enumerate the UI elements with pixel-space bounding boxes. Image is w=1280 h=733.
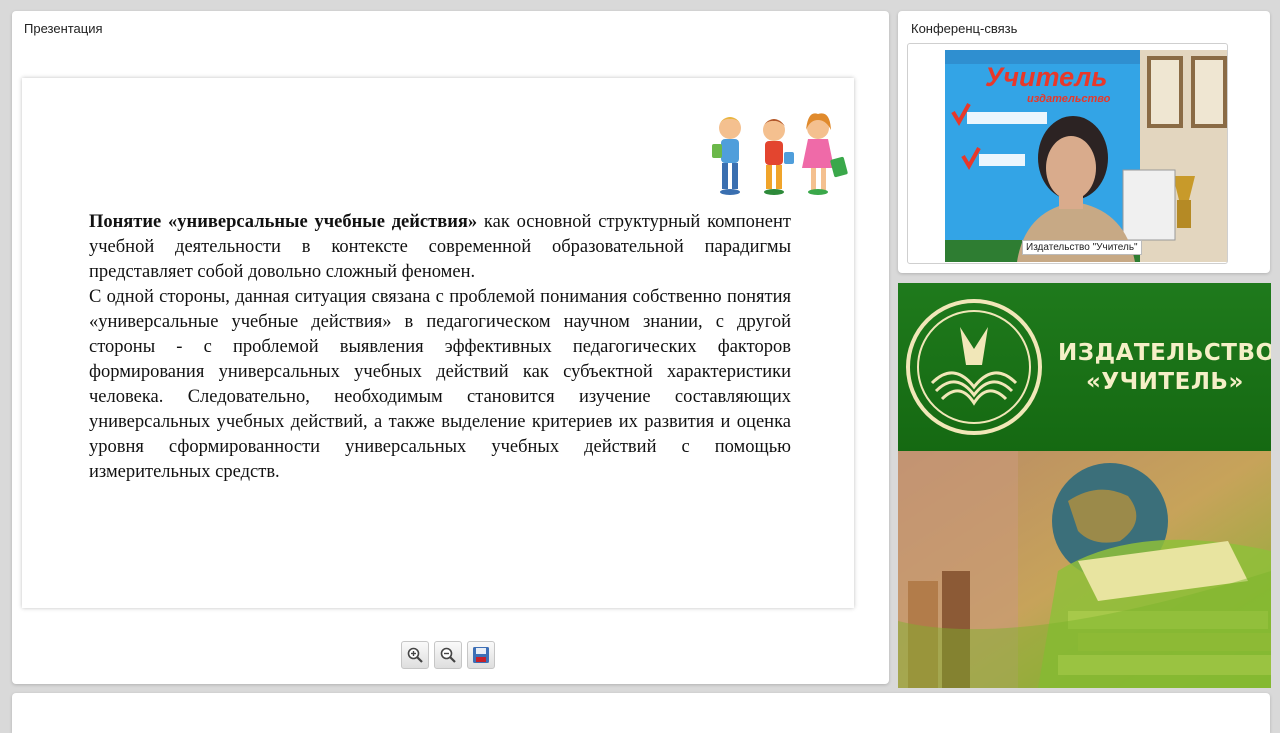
zoom-in-icon bbox=[407, 647, 423, 663]
slide-body-text: Понятие «универсальные учебные действия»… bbox=[89, 210, 791, 485]
zoom-out-icon bbox=[440, 647, 456, 663]
conference-title: Конференц-связь bbox=[911, 21, 1018, 36]
publisher-name-line1: ИЗДАТЕЛЬСТВО bbox=[1058, 340, 1271, 366]
presentation-panel: Презентация Понятие «универсальные учебн… bbox=[12, 11, 889, 684]
publisher-name: ИЗДАТЕЛЬСТВО «УЧИТЕЛЬ» bbox=[1058, 339, 1271, 397]
bottom-panel bbox=[12, 693, 1270, 733]
zoom-in-button[interactable] bbox=[401, 641, 429, 669]
publisher-logo-icon bbox=[906, 299, 1042, 435]
conference-panel: Конференц-связь Учитель издательство Изд… bbox=[898, 11, 1270, 273]
backdrop-sub-text: издательство bbox=[1027, 93, 1111, 105]
banner-logo-area: ИЗДАТЕЛЬСТВО «УЧИТЕЛЬ» bbox=[898, 283, 1271, 451]
backdrop-brand-text: Учитель bbox=[985, 62, 1107, 92]
participant-name-label: Издательство "Учитель" bbox=[1022, 240, 1142, 255]
publisher-banner: ИЗДАТЕЛЬСТВО «УЧИТЕЛЬ» bbox=[898, 283, 1271, 688]
webcam-video: Учитель издательство Издательство "Учите… bbox=[945, 50, 1227, 262]
presentation-title: Презентация bbox=[24, 21, 103, 36]
slide-paragraph-2: С одной стороны, данная ситуация связана… bbox=[89, 287, 791, 482]
video-tile[interactable]: Учитель издательство Издательство "Учите… bbox=[907, 43, 1228, 264]
save-icon bbox=[473, 647, 489, 663]
children-illustration bbox=[712, 113, 848, 195]
presentation-slide: Понятие «универсальные учебные действия»… bbox=[22, 78, 854, 608]
slide-paragraph-1: Понятие «универсальные учебные действия»… bbox=[89, 210, 791, 285]
save-button[interactable] bbox=[467, 641, 495, 669]
publisher-name-line2: «УЧИТЕЛЬ» bbox=[1086, 369, 1244, 395]
slide-term: Понятие «универсальные учебные действия» bbox=[89, 212, 478, 232]
video-scene: Учитель издательство bbox=[945, 50, 1227, 262]
books-globe-image bbox=[898, 451, 1271, 688]
zoom-out-button[interactable] bbox=[434, 641, 462, 669]
